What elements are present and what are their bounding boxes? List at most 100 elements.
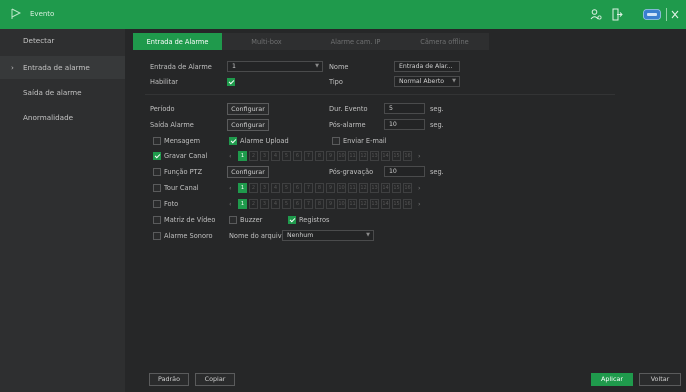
sidebar-item-saida-de-alarme[interactable]: Saída de alarme xyxy=(0,81,125,104)
channel-cell[interactable]: 3 xyxy=(260,199,269,209)
channel-cell[interactable]: 2 xyxy=(249,183,258,193)
channel-cell[interactable]: 7 xyxy=(304,199,313,209)
channel-cell[interactable]: 12 xyxy=(359,199,368,209)
channel-cell[interactable]: 9 xyxy=(326,183,335,193)
aplicar-button[interactable]: Aplicar xyxy=(591,373,633,386)
padrao-button[interactable]: Padrão xyxy=(149,373,189,386)
channel-cell[interactable]: 10 xyxy=(337,183,346,193)
entrada-de-alarme-select[interactable]: 1 ▼ xyxy=(227,61,323,72)
pos-alarme-input[interactable]: 10 xyxy=(384,119,425,130)
sidebar-item-label: Saída de alarme xyxy=(23,88,82,97)
sidebar-item-entrada-de-alarme[interactable]: › Entrada de alarme xyxy=(0,56,125,79)
foto-checkbox[interactable] xyxy=(153,200,161,208)
alarme-upload-checkbox[interactable] xyxy=(229,137,237,145)
window-title: Evento xyxy=(30,10,55,18)
close-icon[interactable] xyxy=(671,10,679,19)
logout-icon[interactable] xyxy=(612,8,623,21)
pos-gravacao-input[interactable]: 10 xyxy=(384,166,425,177)
chevron-right-icon[interactable]: › xyxy=(418,152,421,160)
funcao-ptz-configurar-button[interactable]: Configurar xyxy=(227,166,269,178)
funcao-ptz-checkbox[interactable] xyxy=(153,168,161,176)
nome-input[interactable]: Entrada de Alar... xyxy=(394,61,460,72)
mensagem-checkbox[interactable] xyxy=(153,137,161,145)
tab-alarme-cam-ip[interactable]: Alarme cam. IP xyxy=(311,33,400,50)
device-badge-icon[interactable] xyxy=(643,9,661,20)
dur-evento-unit: seg. xyxy=(430,105,444,113)
channel-cell[interactable]: 4 xyxy=(271,183,280,193)
channel-cell[interactable]: 14 xyxy=(381,183,390,193)
saida-alarme-configurar-button[interactable]: Configurar xyxy=(227,119,269,131)
channel-cell[interactable]: 3 xyxy=(260,151,269,161)
channel-cell[interactable]: 13 xyxy=(370,183,379,193)
voltar-button[interactable]: Voltar xyxy=(639,373,681,386)
channel-cell[interactable]: 6 xyxy=(293,199,302,209)
channel-cell[interactable]: 7 xyxy=(304,151,313,161)
gravar-canal-checkbox[interactable] xyxy=(153,152,161,160)
channel-cell[interactable]: 10 xyxy=(337,151,346,161)
chevron-left-icon[interactable]: ‹ xyxy=(229,200,232,208)
registros-checkbox[interactable] xyxy=(288,216,296,224)
channel-cell[interactable]: 10 xyxy=(337,199,346,209)
chevron-right-icon: › xyxy=(11,63,14,72)
channel-cell[interactable]: 15 xyxy=(392,151,401,161)
tour-canal-checkbox[interactable] xyxy=(153,184,161,192)
channel-cell[interactable]: 16 xyxy=(403,183,412,193)
enviar-email-checkbox[interactable] xyxy=(332,137,340,145)
channel-cell[interactable]: 3 xyxy=(260,183,269,193)
channel-cell[interactable]: 2 xyxy=(249,199,258,209)
buzzer-checkbox[interactable] xyxy=(229,216,237,224)
channel-cell[interactable]: 2 xyxy=(249,151,258,161)
tab-camera-offline[interactable]: Câmera offline xyxy=(400,33,489,50)
matriz-video-checkbox[interactable] xyxy=(153,216,161,224)
habilitar-checkbox[interactable] xyxy=(227,78,235,86)
channel-cell[interactable]: 4 xyxy=(271,199,280,209)
alarme-sonoro-checkbox[interactable] xyxy=(153,232,161,240)
channel-cell[interactable]: 11 xyxy=(348,199,357,209)
tab-multi-box[interactable]: Multi-box xyxy=(222,33,311,50)
channel-cell[interactable]: 6 xyxy=(293,151,302,161)
chevron-left-icon[interactable]: ‹ xyxy=(229,152,232,160)
channel-cell[interactable]: 8 xyxy=(315,199,324,209)
titlebar-divider xyxy=(666,8,667,21)
channel-cell[interactable]: 5 xyxy=(282,199,291,209)
channel-cell[interactable]: 9 xyxy=(326,151,335,161)
channel-cell[interactable]: 6 xyxy=(293,183,302,193)
sidebar-item-anormalidade[interactable]: Anormalidade xyxy=(0,106,125,129)
nome-arquivo-select[interactable]: Nenhum ▼ xyxy=(282,230,374,241)
channel-cell[interactable]: 7 xyxy=(304,183,313,193)
channel-cell[interactable]: 15 xyxy=(392,183,401,193)
sidebar-item-detectar[interactable]: Detectar xyxy=(0,29,125,52)
chevron-right-icon[interactable]: › xyxy=(418,200,421,208)
channel-cell[interactable]: 16 xyxy=(403,199,412,209)
channel-cell[interactable]: 16 xyxy=(403,151,412,161)
channel-cell[interactable]: 12 xyxy=(359,151,368,161)
channel-cell[interactable]: 13 xyxy=(370,199,379,209)
channel-cell[interactable]: 9 xyxy=(326,199,335,209)
channel-cell[interactable]: 8 xyxy=(315,151,324,161)
copiar-button[interactable]: Copiar xyxy=(195,373,235,386)
tipo-select[interactable]: Normal Aberto ▼ xyxy=(394,76,460,87)
pos-gravacao-unit: seg. xyxy=(430,168,444,176)
channel-cell[interactable]: 14 xyxy=(381,199,390,209)
channel-cell[interactable]: 12 xyxy=(359,183,368,193)
user-settings-icon[interactable] xyxy=(590,8,602,21)
channel-cell[interactable]: 13 xyxy=(370,151,379,161)
channel-cell[interactable]: 5 xyxy=(282,183,291,193)
tab-entrada-de-alarme[interactable]: Entrada de Alarme xyxy=(133,33,222,50)
nome-arquivo-label: Nome do arquivo xyxy=(229,232,286,240)
chevron-right-icon[interactable]: › xyxy=(418,184,421,192)
channel-cell[interactable]: 15 xyxy=(392,199,401,209)
chevron-left-icon[interactable]: ‹ xyxy=(229,184,232,192)
channel-cell[interactable]: 14 xyxy=(381,151,390,161)
periodo-configurar-button[interactable]: Configurar xyxy=(227,103,269,115)
channel-cell[interactable]: 4 xyxy=(271,151,280,161)
dur-evento-input[interactable]: 5 xyxy=(384,103,425,114)
channel-cell[interactable]: 5 xyxy=(282,151,291,161)
channel-cell[interactable]: 11 xyxy=(348,183,357,193)
channel-cell[interactable]: 1 xyxy=(238,151,247,161)
foto-channel-selector: ‹ 1 2 3 4 5 6 7 8 9 10 11 12 13 14 15 16 › xyxy=(229,199,444,209)
channel-cell[interactable]: 1 xyxy=(238,199,247,209)
channel-cell[interactable]: 11 xyxy=(348,151,357,161)
channel-cell[interactable]: 1 xyxy=(238,183,247,193)
channel-cell[interactable]: 8 xyxy=(315,183,324,193)
